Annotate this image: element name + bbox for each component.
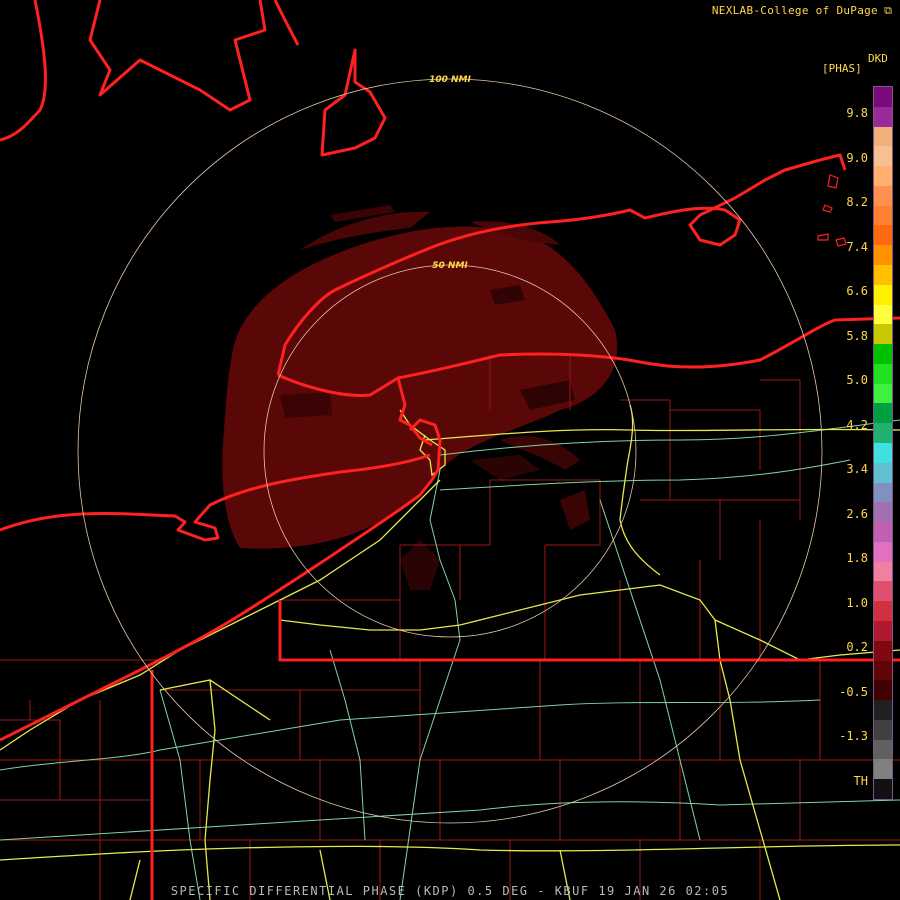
product-code: DKD [868, 52, 888, 65]
color-scale-segment [874, 344, 892, 365]
scale-tick-label: 0.2 [846, 640, 868, 654]
product-footer: SPECIFIC DIFFERENTIAL PHASE (KDP) 0.5 DE… [170, 884, 730, 898]
scale-tick-label: 5.8 [846, 328, 868, 343]
scale-tick-label: -1.3 [839, 729, 868, 743]
color-scale-segment [874, 462, 892, 484]
scale-unit: [PHAS] [822, 62, 862, 75]
color-scale-segment [874, 522, 892, 543]
color-scale-segment [874, 383, 892, 404]
color-scale-segment [874, 541, 892, 563]
radar-map[interactable]: 100 NMI 50 NMI [0, 0, 900, 900]
color-scale-segment [874, 166, 892, 187]
color-scale-bar [873, 86, 893, 800]
color-scale-segment [874, 502, 892, 523]
scale-tick-label: 2.6 [846, 506, 868, 521]
scale-tick-label: -0.5 [839, 684, 868, 699]
scale-tick-label: TH [853, 773, 868, 788]
color-scale-segment [874, 719, 892, 741]
scale-tick-label: 3.4 [846, 462, 868, 476]
color-scale-segment [874, 700, 892, 721]
color-scale-segment [874, 779, 892, 800]
color-scale-segment [874, 739, 892, 760]
color-scale-segment [874, 87, 892, 108]
color-scale-segment [874, 423, 892, 444]
color-scale-segment [874, 759, 892, 780]
scale-tick-label: 6.6 [846, 284, 868, 298]
color-scale-segment [874, 225, 892, 246]
color-scale-segment [874, 126, 892, 147]
color-scale-segment [874, 581, 892, 602]
color-scale-segment [874, 363, 892, 385]
range-label-100nmi: 100 NMI [429, 75, 471, 85]
scale-tick-label: 1.0 [846, 595, 868, 610]
color-scale-segment [874, 660, 892, 681]
scale-tick-label: 4.2 [846, 417, 868, 432]
scale-tick-label: 7.4 [846, 239, 868, 254]
color-scale-segment [874, 680, 892, 701]
color-scale-segment [874, 265, 892, 286]
scale-tick-label: 1.8 [846, 551, 868, 565]
color-scale-segment [874, 245, 892, 266]
color-scale-segment [874, 205, 892, 226]
scale-tick-label: 8.2 [846, 195, 868, 209]
color-scale-segment [874, 106, 892, 128]
color-scale-segment [874, 284, 892, 306]
color-scale-segment [874, 324, 892, 345]
credit-link[interactable]: NEXLAB-College of DuPage [712, 4, 878, 17]
color-scale-segment [874, 640, 892, 662]
color-scale-segment [874, 482, 892, 503]
scale-tick-label: 5.0 [846, 373, 868, 387]
color-scale-segment [874, 185, 892, 207]
color-scale-segment [874, 561, 892, 582]
color-scale-segment [874, 621, 892, 642]
color-scale-segment [874, 146, 892, 167]
scale-tick-label: 9.8 [846, 106, 868, 120]
color-scale-segment [874, 403, 892, 424]
external-link-icon[interactable]: ⧉ [884, 4, 892, 18]
range-label-50nmi: 50 NMI [432, 261, 468, 271]
scale-tick-label: 9.0 [846, 150, 868, 165]
color-scale-segment [874, 601, 892, 622]
color-scale-segment [874, 443, 892, 464]
color-scale-segment [874, 304, 892, 325]
